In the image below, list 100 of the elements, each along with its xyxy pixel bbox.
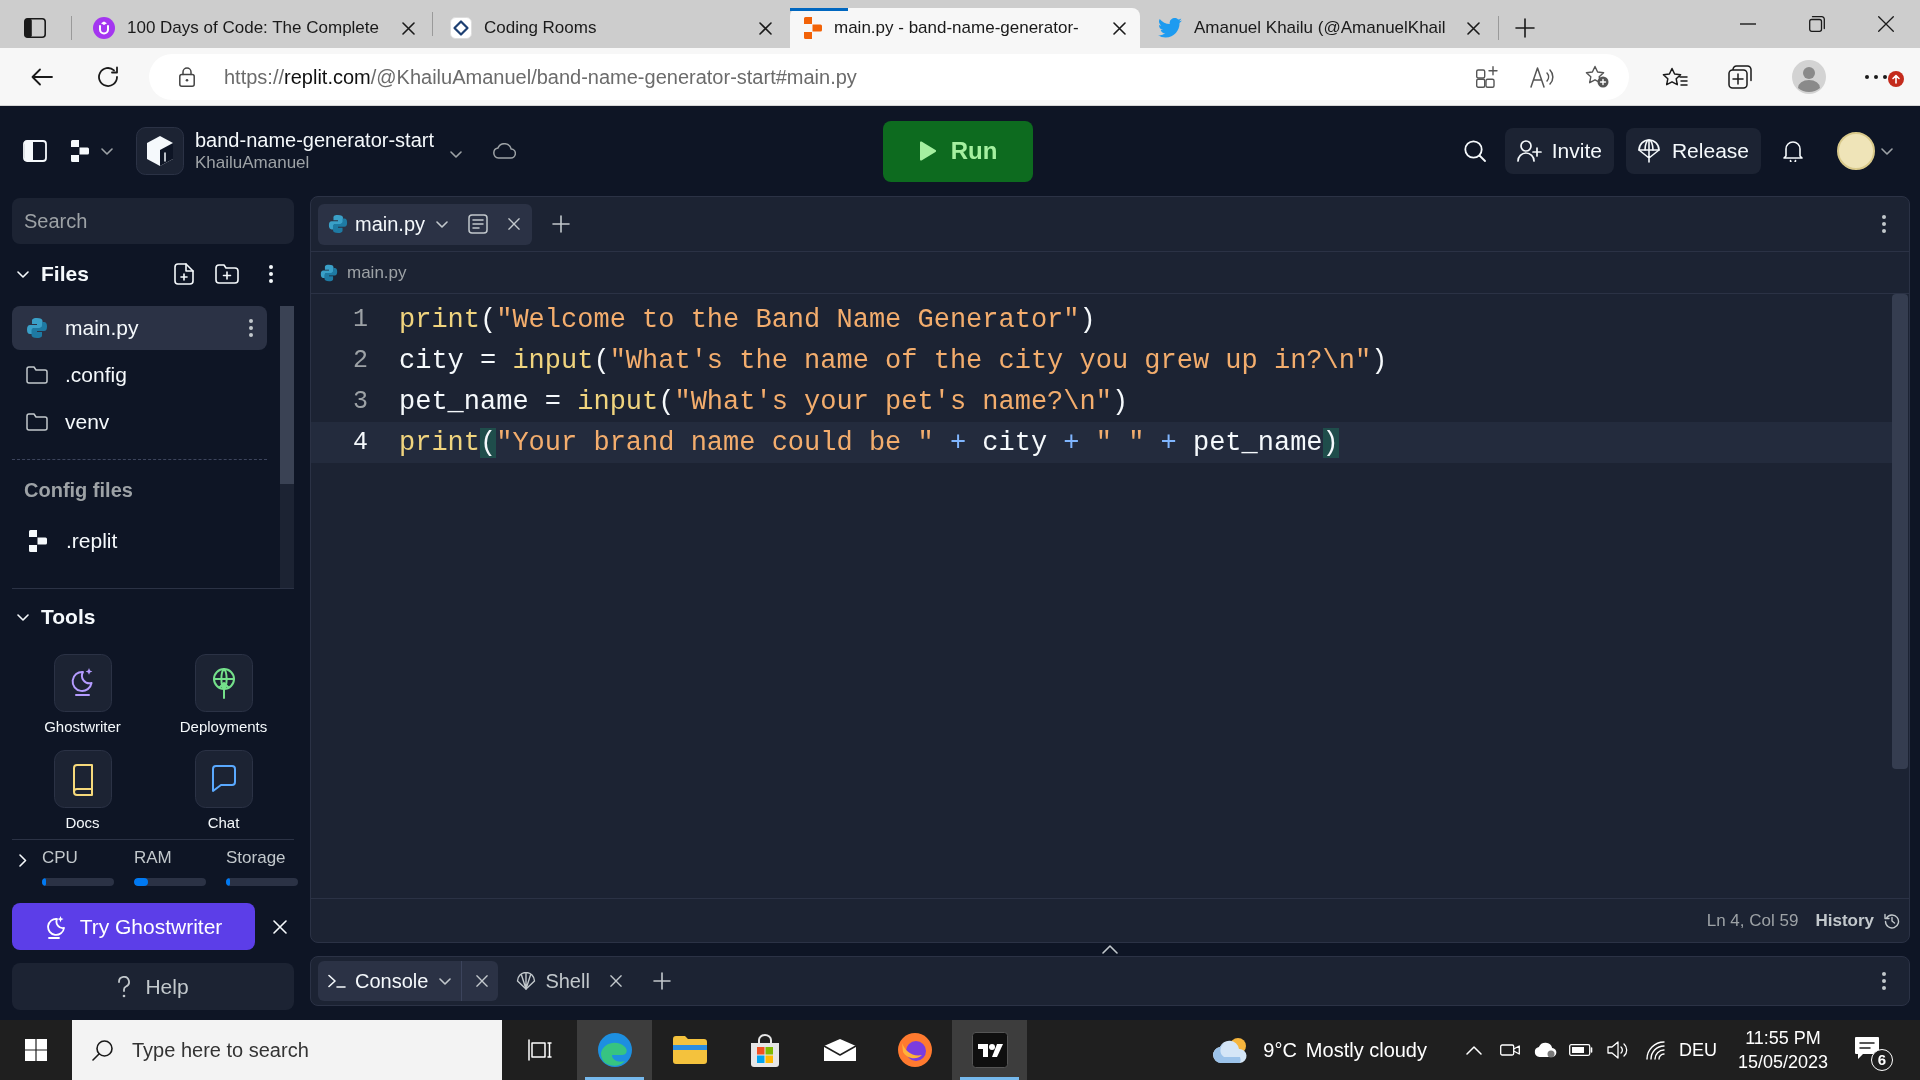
swirl-icon[interactable] <box>597 1033 632 1067</box>
editor-tab[interactable]: main.py <box>318 203 533 245</box>
file-item[interactable]: .replit <box>12 519 267 563</box>
minimize-icon[interactable] <box>1739 23 1756 25</box>
code-line: city = input("What's the name of the city you grew up in?\n") <box>399 344 1388 378</box>
collections-icon[interactable] <box>1728 64 1752 89</box>
weather-condition[interactable]: Mostly cloudy <box>1305 1035 1427 1065</box>
avatar-icon[interactable] <box>1837 132 1875 170</box>
u-mark-icon[interactable] <box>93 17 115 39</box>
close-icon[interactable] <box>402 21 415 35</box>
scrollbar-thumb[interactable] <box>280 306 294 484</box>
weather-temperature[interactable]: 9°C <box>1263 1035 1297 1065</box>
bell-icon[interactable] <box>1783 140 1803 162</box>
restore-icon[interactable] <box>1808 16 1825 32</box>
invite-button[interactable]: Invite <box>1504 128 1614 174</box>
cloud-icon[interactable] <box>1533 1042 1557 1058</box>
line-number: 4 <box>352 426 368 459</box>
address-bar[interactable]: https://replit.com/@KhailuAmanuel/band-name-generator-start#main.py <box>149 53 1629 100</box>
camera-icon[interactable] <box>1500 1042 1520 1058</box>
input-language[interactable]: DEU <box>1679 1036 1717 1064</box>
clock-date[interactable]: 15/05/2023 <box>1737 1050 1829 1074</box>
project-title[interactable]: band-name-generator-start <box>195 128 434 152</box>
chat-bubble-icon[interactable] <box>194 750 253 808</box>
folder-icon[interactable] <box>672 1036 707 1064</box>
file-item[interactable]: .config <box>12 353 267 397</box>
blocks-icon[interactable] <box>71 140 89 162</box>
new-folder-icon[interactable] <box>215 264 239 284</box>
task-view-icon[interactable] <box>527 1039 552 1061</box>
plus-icon[interactable] <box>1515 18 1535 38</box>
history-icon[interactable] <box>1884 912 1900 929</box>
chevron-up-icon[interactable] <box>1102 945 1118 954</box>
app-logo-icon[interactable] <box>971 1032 1008 1068</box>
kebab-menu-icon[interactable] <box>269 265 273 283</box>
store-bag-icon[interactable] <box>748 1033 781 1067</box>
file-item[interactable]: main.py <box>12 306 267 350</box>
try-ghostwriter-button[interactable]: Try Ghostwriter <box>12 903 255 950</box>
section-title[interactable]: Tools <box>41 601 96 633</box>
chevron-icon[interactable] <box>19 854 27 867</box>
sidebar-toggle-icon[interactable] <box>23 140 47 162</box>
tab-actions-icon[interactable] <box>24 18 46 38</box>
more-icon[interactable] <box>1865 74 1887 79</box>
browser-tab[interactable]: Coding Rooms <box>436 8 786 48</box>
read-aloud-icon[interactable] <box>1530 65 1554 88</box>
fox-globe-icon[interactable] <box>897 1033 932 1067</box>
console-tab[interactable]: Shell <box>506 961 632 1001</box>
cloud-icon[interactable] <box>492 143 516 159</box>
windows-logo-icon[interactable] <box>25 1039 47 1061</box>
meter-label: Storage <box>226 848 287 868</box>
crescent-sparkle-icon[interactable] <box>53 654 112 712</box>
taskbar-button[interactable] <box>952 1020 1027 1080</box>
url-text[interactable]: https://replit.com/@KhailuAmanuel/band-name-generator-start#main.py <box>224 61 857 92</box>
browser-tab[interactable]: main.py - band-name-generator- <box>790 8 1140 48</box>
caret-icon[interactable] <box>450 150 462 158</box>
tool-button[interactable]: Deployments <box>153 654 294 736</box>
lock-icon[interactable] <box>179 66 195 87</box>
breadcrumb[interactable]: main.py <box>347 259 407 286</box>
scrollbar-thumb[interactable] <box>1892 294 1908 769</box>
tool-button[interactable]: Docs <box>12 750 153 832</box>
caret-icon[interactable] <box>436 220 449 228</box>
caret-icon[interactable] <box>101 147 113 155</box>
kebab-menu-icon[interactable] <box>1882 972 1886 990</box>
run-button[interactable]: Run <box>883 120 1033 182</box>
back-arrow-icon[interactable] <box>31 67 53 86</box>
search-icon[interactable] <box>1463 140 1486 162</box>
add-favorite-icon[interactable] <box>1585 65 1609 88</box>
reload-icon[interactable] <box>97 65 119 88</box>
book-icon[interactable] <box>53 750 112 808</box>
close-icon[interactable] <box>759 21 772 35</box>
document-icon[interactable] <box>468 214 489 234</box>
section-title[interactable]: Files <box>41 258 89 290</box>
help-button[interactable]: Help <box>12 963 294 1010</box>
kebab-menu-icon[interactable] <box>1882 215 1886 233</box>
console-tab[interactable]: Console <box>318 961 499 1001</box>
envelope-icon[interactable] <box>822 1038 857 1062</box>
wifi-icon[interactable] <box>1645 1040 1667 1060</box>
file-item[interactable]: venv <box>12 400 267 444</box>
speaker-icon[interactable] <box>1607 1041 1629 1059</box>
caret-icon[interactable] <box>439 977 452 985</box>
tool-button[interactable]: Ghostwriter <box>12 654 153 736</box>
close-icon[interactable] <box>1877 16 1894 32</box>
browser-tab[interactable]: Amanuel Khailu (@AmanuelKhail <box>1144 8 1494 48</box>
notification-icon[interactable] <box>1854 1036 1880 1060</box>
add-app-icon[interactable] <box>1476 65 1498 88</box>
search-box[interactable]: Type here to search <box>72 1020 502 1080</box>
taskbar-search-field[interactable]: Type here to search <box>132 1030 502 1070</box>
close-icon[interactable] <box>1113 21 1126 35</box>
profile-avatar-icon[interactable] <box>1792 59 1826 94</box>
search-field[interactable]: Search <box>12 198 294 244</box>
browser-tab[interactable]: 100 Days of Code: The Complete <box>79 8 429 48</box>
diamond-icon[interactable] <box>450 17 472 39</box>
caret-icon[interactable] <box>1881 147 1893 155</box>
cube-icon[interactable] <box>136 127 184 175</box>
clock-time[interactable]: 11:55 PM <box>1745 1026 1821 1050</box>
close-icon[interactable] <box>1467 21 1480 35</box>
new-file-icon[interactable] <box>174 263 194 285</box>
release-button[interactable]: Release <box>1625 128 1761 174</box>
favorites-icon[interactable] <box>1662 66 1688 87</box>
tool-button[interactable]: Chat <box>153 750 294 832</box>
kebab-menu-icon[interactable] <box>249 319 253 337</box>
history-button[interactable]: History <box>1815 907 1900 934</box>
